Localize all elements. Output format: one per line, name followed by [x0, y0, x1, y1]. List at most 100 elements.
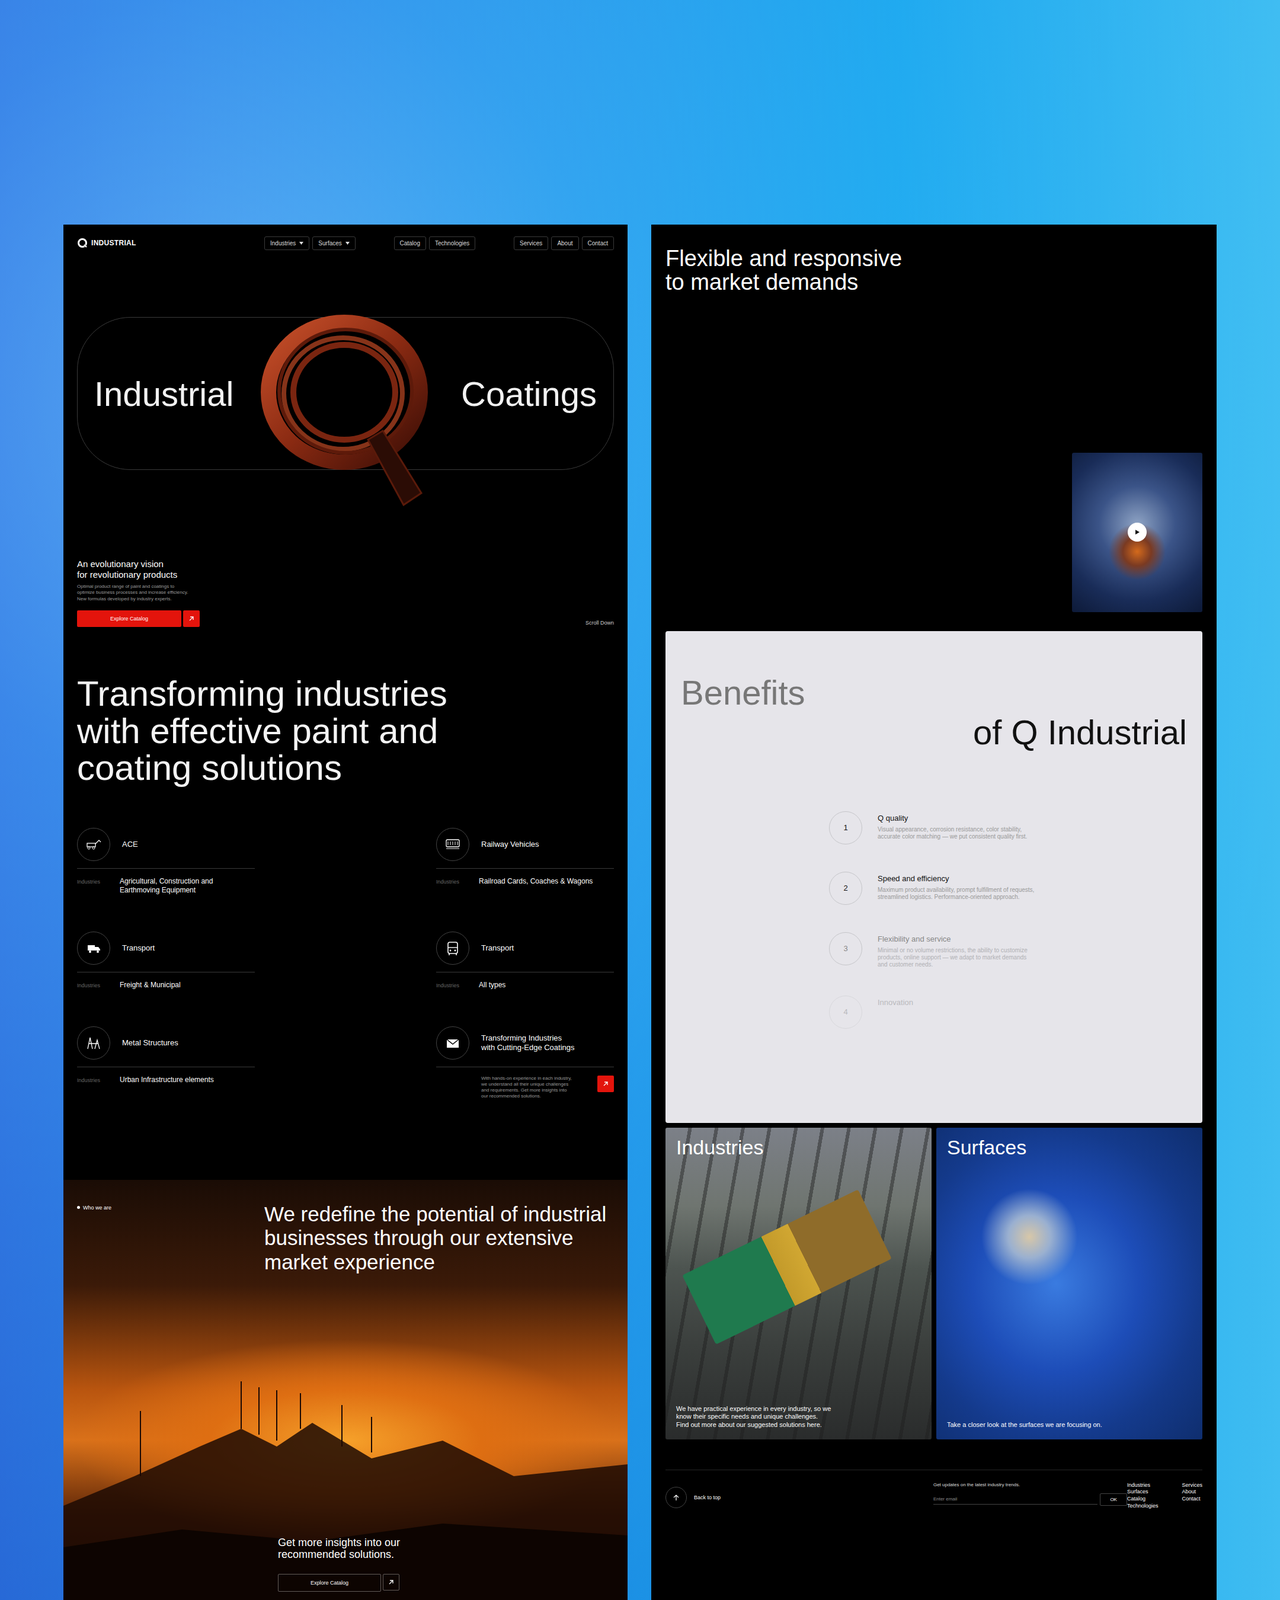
footer-link[interactable]: About — [1181, 1488, 1203, 1496]
graphic — [449, 949, 452, 952]
item-label: Industries — [77, 1075, 104, 1085]
explore-button[interactable]: Explore Catalog — [277, 1573, 382, 1592]
card-title: Surfaces — [946, 1136, 1192, 1160]
industry-item[interactable]: TransportIndustriesAll types — [436, 931, 614, 990]
benefit-text: Innovation — [877, 995, 914, 1007]
graphic — [63, 1523, 628, 1600]
benefit-desc: Visual appearance, corrosion resistance,… — [877, 826, 1027, 841]
ok-button[interactable]: OK — [1099, 1493, 1128, 1506]
category-card[interactable]: IndustriesWe have practical experience i… — [665, 1127, 932, 1440]
graphic — [255, 303, 434, 517]
arrow-button[interactable] — [183, 610, 200, 627]
nav-button[interactable]: Industries — [264, 236, 310, 251]
arrow-up-icon — [672, 1493, 680, 1502]
benefits-title: Benefits — [680, 672, 1187, 713]
nav-button[interactable]: Technologies — [429, 236, 476, 251]
bus-icon — [443, 939, 463, 958]
newsletter: Get updates on the latest industry trend… — [933, 1482, 1128, 1506]
nav-button[interactable]: Catalog — [394, 236, 427, 251]
industry-item[interactable]: Transport IndustriesFreight & Municipal — [77, 931, 255, 990]
item-row: Industries All types — [436, 980, 614, 990]
arrow-button[interactable] — [382, 1573, 400, 1591]
footer-link[interactable]: Catalog — [1127, 1495, 1159, 1503]
item-row: IndustriesFreight & Municipal — [77, 980, 255, 990]
email-input[interactable] — [933, 1493, 1098, 1505]
item-desc: All types — [478, 980, 506, 990]
nav-button[interactable]: Contact — [581, 236, 614, 251]
benefit-item: 3 Flexibility and service Minimal or no vo… — [829, 932, 1187, 969]
right-panel: Flexible and responsive to market demand… — [651, 224, 1217, 1600]
play-button[interactable] — [1127, 522, 1147, 542]
nav-button[interactable]: Services — [513, 236, 549, 251]
nav-label: Services — [519, 240, 543, 247]
graphic — [446, 848, 460, 850]
icon-circle — [436, 827, 470, 862]
graphic — [443, 939, 463, 958]
item-row: IndustriesRailroad Cards, Coaches & Wago… — [436, 877, 614, 886]
scroll-hint[interactable]: Scroll Down — [585, 619, 614, 627]
caret-down-icon — [345, 241, 350, 245]
back-to-top[interactable]: Back to top — [665, 1482, 934, 1509]
newsletter-row: OK — [933, 1493, 1128, 1506]
item-title: Transport — [122, 943, 155, 953]
section-tag: Who we are — [77, 1202, 265, 1275]
industry-item[interactable]: Metal StructuresIndustriesUrban Infrastr… — [77, 1026, 255, 1100]
back-label: Back to top — [693, 1494, 721, 1501]
section-heading: Transforming industries with effective p… — [77, 675, 614, 787]
graphic — [96, 950, 99, 953]
footer-link[interactable]: Contact — [1181, 1495, 1203, 1503]
intro-text: Optimal product range of paint and coati… — [77, 583, 200, 603]
benefit-item: 2Speed and efficiencyMaximum product ava… — [829, 871, 1187, 905]
footer-link[interactable]: Technologies — [1127, 1502, 1159, 1510]
graphic — [1134, 529, 1141, 536]
graphic — [140, 1381, 372, 1477]
benefit-text: Speed and efficiency Maximum product avai… — [877, 871, 1035, 901]
explore-button[interactable]: Explore Catalog — [77, 610, 182, 627]
industry-item[interactable]: Railway VehiclesIndustriesRailroad Cards… — [436, 827, 614, 895]
item-desc: Railroad Cards, Coaches & Wagons — [478, 877, 593, 886]
truck-icon — [84, 939, 104, 958]
benefit-desc: Maximum product availability, prompt ful… — [877, 886, 1035, 901]
graphic — [279, 329, 412, 453]
arrow-icon — [386, 1578, 396, 1587]
benefit-title: Flexibility and service — [877, 934, 1028, 944]
industry-item[interactable]: ACEIndustriesAgricultural, Construction … — [77, 827, 255, 895]
graphic — [94, 946, 101, 951]
nav-label: Industries — [270, 240, 296, 247]
footer-link[interactable]: Services — [1181, 1482, 1203, 1490]
graphic — [345, 241, 350, 245]
graphic — [448, 947, 458, 949]
graphic — [95, 840, 101, 844]
newsletter-title: Get updates on the latest industry trend… — [933, 1482, 1128, 1488]
footer-link[interactable]: Industries — [1127, 1482, 1159, 1490]
item-label: Industries — [77, 980, 104, 990]
tag-dot — [77, 1205, 80, 1209]
benefit-item: 1Q qualityVisual appearance, corrosion r… — [829, 811, 1187, 845]
nav-button[interactable]: About — [551, 236, 579, 251]
icon-circle — [436, 1026, 470, 1060]
icon-circle — [77, 827, 111, 862]
nav-button[interactable]: Surfaces — [312, 236, 355, 251]
graphic — [673, 1495, 679, 1501]
item-label: Industries — [436, 980, 463, 990]
category-card[interactable]: SurfacesTake a closer look at the surfac… — [936, 1127, 1203, 1440]
graphic — [1135, 529, 1140, 535]
benefit-title: Speed and efficiency — [877, 874, 1035, 883]
arrow-button[interactable] — [597, 1075, 614, 1093]
footer: Back to top Get updates on the latest ind… — [665, 1469, 1203, 1510]
logo-text: INDUSTRIAL — [91, 238, 137, 248]
intro-title: An evolutionary vision for revolutionary… — [77, 558, 200, 581]
item-desc: Urban Infrastructure elements — [119, 1075, 214, 1085]
industry-grid: ACEIndustriesAgricultural, Construction … — [77, 827, 614, 1100]
benefits-card: Benefitsof Q Industrial1Q qualityVisual … — [665, 631, 1203, 1123]
footer-link[interactable]: Surfaces — [1127, 1488, 1159, 1496]
benefit-desc: Minimal or no volume restrictions, the a… — [877, 946, 1028, 969]
graphic — [78, 239, 87, 248]
play-icon — [1134, 529, 1141, 536]
cta-item[interactable]: Transforming Industries with Cutting-Edg… — [436, 1026, 614, 1100]
video-thumbnail[interactable] — [1072, 452, 1203, 613]
benefit-number: 3 — [829, 932, 863, 966]
logo: INDUSTRIAL — [77, 237, 265, 249]
about-heading: We redefine the potential of industrial … — [264, 1202, 607, 1275]
benefit-item: 4Innovation — [829, 995, 1187, 1029]
